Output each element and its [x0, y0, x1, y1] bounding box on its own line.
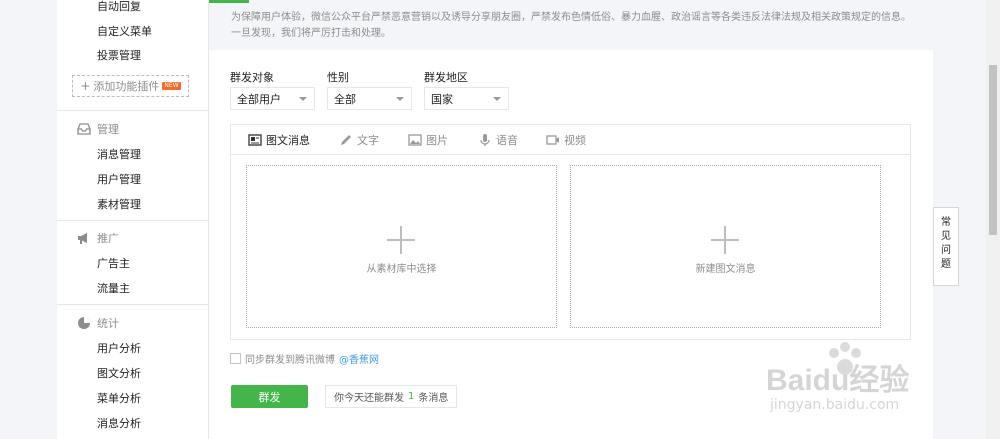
tab-text[interactable]: 文字 [339, 125, 379, 154]
tab-voice[interactable]: 语音 [478, 125, 518, 154]
sidebar-group-manage: 管理 [77, 121, 119, 137]
add-plugin-label: 添加功能插件 [93, 80, 160, 93]
quota-prefix: 你今天还能群发 [334, 393, 404, 404]
sidebar-item-user-manage[interactable]: 用户管理 [97, 171, 141, 187]
sidebar-divider [57, 220, 208, 221]
send-quota-info: 你今天还能群发 1 条消息 [325, 385, 458, 408]
tab-article[interactable]: 图文消息 [248, 125, 310, 154]
scrollbar-thumb[interactable] [989, 65, 997, 235]
sidebar-item-message-analysis[interactable]: 消息分析 [97, 415, 141, 431]
plus-icon: + [80, 79, 91, 93]
plus-icon [711, 226, 739, 254]
pie-chart-icon [78, 317, 90, 329]
message-type-tabs: 图文消息 文字 图片 语音 视频 [231, 125, 910, 155]
image-icon [408, 133, 422, 146]
quota-suffix: 条消息 [418, 393, 449, 404]
sidebar-item-material-manage[interactable]: 素材管理 [97, 196, 141, 212]
megaphone-icon [78, 233, 87, 244]
sync-weibo-checkbox[interactable] [230, 353, 241, 364]
sidebar: 自动回复 自定义菜单 投票管理 + 添加功能插件 NEW 管理 消息管理 用户管… [57, 0, 209, 439]
tab-video[interactable]: 视频 [546, 125, 586, 154]
sync-weibo-option: 同步群发到腾讯微博 @香蕉网 [230, 351, 379, 366]
tab-label: 图片 [426, 133, 448, 147]
select-from-library-label: 从素材库中选择 [366, 264, 437, 275]
notice-text: 为保障用户体验，微信公众平台严禁恶意营销以及诱导分享朋友圈，严禁发布色情低俗、暴… [231, 12, 911, 39]
select-from-library-card[interactable]: 从素材库中选择 [246, 165, 557, 328]
article-icon [248, 133, 262, 146]
faq-char: 常 [941, 217, 951, 228]
quota-count: 1 [408, 391, 415, 402]
tab-image[interactable]: 图片 [408, 125, 448, 154]
sidebar-group-promote: 推广 [77, 230, 119, 246]
tab-label: 文字 [357, 133, 379, 147]
sidebar-item-user-analysis[interactable]: 用户分析 [97, 340, 141, 356]
notice-box: 为保障用户体验，微信公众平台严禁恶意营销以及诱导分享朋友圈，严禁发布色情低俗、暴… [209, 0, 933, 50]
new-badge: NEW [162, 82, 181, 90]
chevron-down-icon [493, 97, 501, 101]
faq-char: 见 [941, 231, 951, 242]
sidebar-group-title: 管理 [97, 123, 119, 136]
sidebar-group-stats: 统计 [77, 315, 119, 331]
sync-weibo-label: 同步群发到腾讯微博 [245, 355, 335, 366]
faq-char: 题 [941, 259, 951, 270]
tab-label: 图文消息 [266, 133, 310, 147]
gender-select[interactable]: 全部 [327, 87, 412, 110]
page-scrollbar[interactable] [986, 0, 1000, 439]
gender-label: 性别 [327, 71, 349, 84]
gender-select-value: 全部 [334, 92, 356, 106]
main-panel: 为保障用户体验，微信公众平台严禁恶意营销以及诱导分享朋友圈，严禁发布色情低俗、暴… [209, 0, 933, 439]
video-icon [546, 134, 559, 145]
inbox-icon [77, 123, 91, 135]
sidebar-item-auto-reply[interactable]: 自动回复 [97, 0, 141, 14]
target-label: 群发对象 [230, 71, 274, 84]
send-button[interactable]: 群发 [231, 385, 308, 408]
region-select-value: 国家 [431, 92, 453, 106]
weibo-account-link[interactable]: @香蕉网 [339, 351, 379, 366]
sidebar-group-title: 统计 [97, 317, 119, 330]
tab-label: 视频 [564, 133, 586, 147]
message-editor: 图文消息 文字 图片 语音 视频 从素材库中选择 新建图文消息 [230, 124, 911, 340]
region-label: 群发地区 [424, 71, 468, 84]
sidebar-divider [57, 110, 208, 111]
target-select[interactable]: 全部用户 [230, 87, 315, 110]
pencil-icon [341, 134, 351, 145]
notice-accent-bar [209, 0, 249, 3]
chevron-down-icon [396, 97, 404, 101]
sidebar-item-advertiser[interactable]: 广告主 [97, 255, 130, 271]
target-select-value: 全部用户 [237, 92, 281, 106]
sidebar-item-menu-analysis[interactable]: 菜单分析 [97, 390, 141, 406]
create-article-card[interactable]: 新建图文消息 [570, 165, 881, 328]
sidebar-group-title: 推广 [97, 232, 119, 245]
faq-button[interactable]: 常 见 问 题 [933, 207, 959, 286]
create-article-label: 新建图文消息 [695, 264, 756, 275]
sidebar-divider [57, 304, 208, 305]
faq-char: 问 [941, 245, 951, 256]
tab-label: 语音 [496, 133, 518, 147]
sidebar-item-vote-manage[interactable]: 投票管理 [97, 47, 141, 63]
sidebar-item-traffic-owner[interactable]: 流量主 [97, 280, 130, 296]
sidebar-item-message-manage[interactable]: 消息管理 [97, 146, 141, 162]
add-plugin-button[interactable]: + 添加功能插件 NEW [72, 75, 189, 97]
plus-icon [387, 226, 415, 254]
sidebar-item-article-analysis[interactable]: 图文分析 [97, 365, 141, 381]
chevron-down-icon [299, 97, 307, 101]
sidebar-item-custom-menu[interactable]: 自定义菜单 [97, 23, 152, 39]
region-select[interactable]: 国家 [424, 87, 509, 110]
microphone-icon [480, 133, 490, 146]
